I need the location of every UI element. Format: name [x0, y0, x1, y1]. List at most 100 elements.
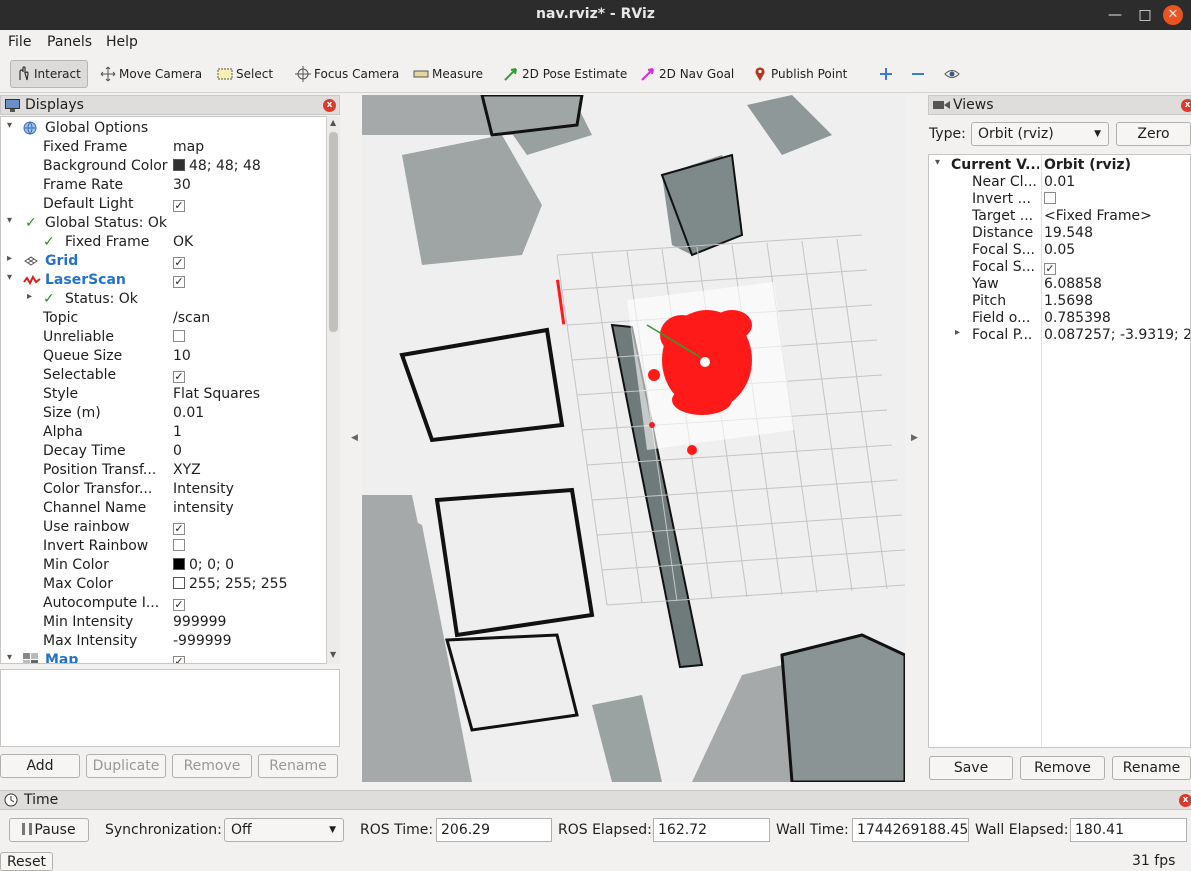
minimize-button[interactable]: — [1104, 5, 1126, 25]
measure-tool[interactable]: Measure [413, 60, 483, 88]
view-row-invert[interactable]: Invert ... [929, 191, 1190, 208]
tree-row-laser-status[interactable]: ▸ ✓ Status: Ok [1, 291, 327, 310]
ruler-icon [413, 66, 429, 82]
duplicate-button[interactable]: Duplicate [86, 754, 166, 778]
tree-row-global-status[interactable]: ▾ ✓ Global Status: Ok [1, 215, 327, 234]
scroll-thumb[interactable] [329, 132, 338, 332]
close-time-icon[interactable]: x [1179, 794, 1191, 807]
tree-row-fixed-frame[interactable]: Fixed Frame map [1, 139, 327, 158]
zero-button[interactable]: Zero [1116, 122, 1191, 146]
add-tool-button[interactable] [878, 60, 897, 88]
tree-row-topic[interactable]: Topic /scan [1, 310, 327, 329]
view-row-field-of-view[interactable]: Field o... 0.785398 [929, 310, 1190, 327]
close-button[interactable]: ✕ [1163, 5, 1183, 25]
publish-point-tool[interactable]: Publish Point [752, 60, 847, 88]
pose-estimate-tool[interactable]: 2D Pose Estimate [503, 60, 627, 88]
tree-row-queue-size[interactable]: Queue Size 10 [1, 348, 327, 367]
wall-time-field[interactable]: 1744269188.45 [852, 818, 969, 842]
view-row-pitch[interactable]: Pitch 1.5698 [929, 293, 1190, 310]
menu-help[interactable]: Help [106, 34, 138, 50]
checkbox[interactable]: ✓ [1044, 263, 1056, 275]
focus-camera-tool[interactable]: Focus Camera [295, 60, 399, 88]
tree-row-alpha[interactable]: Alpha 1 [1, 424, 327, 443]
view-row-target-frame[interactable]: Target ... <Fixed Frame> [929, 208, 1190, 225]
ros-time-field[interactable]: 206.29 [436, 818, 552, 842]
reset-button[interactable]: Reset [0, 852, 53, 871]
checkbox[interactable]: ✓ [173, 257, 185, 269]
tree-row-size[interactable]: Size (m) 0.01 [1, 405, 327, 424]
view-row-near-clip[interactable]: Near Cl... 0.01 [929, 174, 1190, 191]
menu-panels[interactable]: Panels [47, 34, 92, 50]
tree-row-use-rainbow[interactable]: Use rainbow ✓ [1, 519, 327, 538]
wall-elapsed-field[interactable]: 180.41 [1070, 818, 1187, 842]
select-label: Select [236, 67, 274, 81]
tree-row-map[interactable]: ▾ Map ✓ [1, 652, 327, 663]
view-row-distance[interactable]: Distance 19.548 [929, 225, 1190, 242]
remove-tool-button[interactable] [910, 60, 929, 88]
menu-file[interactable]: File [8, 34, 31, 50]
tree-row-selectable[interactable]: Selectable ✓ [1, 367, 327, 386]
tree-row-min-color[interactable]: Min Color 0; 0; 0 [1, 557, 327, 576]
maximize-button[interactable]: □ [1134, 5, 1156, 25]
view-row-focal-point[interactable]: ▸ Focal P... 0.087257; -3.9319; 2... [929, 327, 1190, 344]
right-splitter-handle[interactable]: ▶ [911, 433, 918, 443]
map-render[interactable] [362, 95, 905, 782]
remove-display-button[interactable]: Remove [172, 754, 252, 778]
tree-row-fixed-frame-status[interactable]: ✓ Fixed Frame OK [1, 234, 327, 253]
displays-scrollbar[interactable]: ▲ ▼ [326, 116, 340, 664]
checkbox[interactable]: ✓ [173, 276, 185, 288]
tree-row-invert-rainbow[interactable]: Invert Rainbow [1, 538, 327, 557]
tree-row-decay-time[interactable]: Decay Time 0 [1, 443, 327, 462]
views-tree: ▾ Current V... Orbit (rviz) Near Cl... 0… [928, 154, 1191, 748]
tree-row-autocompute[interactable]: Autocompute I... ✓ [1, 595, 327, 614]
tree-row-frame-rate[interactable]: Frame Rate 30 [1, 177, 327, 196]
tree-row-grid[interactable]: ▸ Grid ✓ [1, 253, 327, 272]
view-row-focal-shape-size[interactable]: Focal S... 0.05 [929, 242, 1190, 259]
view-menu-button[interactable] [944, 60, 963, 88]
checkbox[interactable]: ✓ [173, 656, 185, 663]
wall-time-label: Wall Time: [776, 822, 849, 838]
interact-tool[interactable]: Interact [10, 60, 88, 88]
sync-select[interactable]: Off ▼ [224, 818, 344, 842]
close-displays-icon[interactable]: x [323, 99, 336, 112]
checkbox[interactable]: ✓ [173, 371, 185, 383]
remove-view-button[interactable]: Remove [1020, 756, 1105, 780]
globe-icon [23, 121, 37, 139]
tree-row-unreliable[interactable]: Unreliable [1, 329, 327, 348]
pause-button[interactable]: Pause [9, 818, 89, 842]
view-row-current-view[interactable]: ▾ Current V... Orbit (rviz) [929, 157, 1190, 174]
rename-view-button[interactable]: Rename [1112, 756, 1191, 780]
add-display-button[interactable]: Add [0, 754, 80, 778]
tree-row-background-color[interactable]: Background Color 48; 48; 48 [1, 158, 327, 177]
close-views-icon[interactable]: x [1181, 99, 1191, 112]
move-camera-tool[interactable]: Move Camera [100, 60, 202, 88]
tree-row-min-intensity[interactable]: Min Intensity 999999 [1, 614, 327, 633]
tree-row-position-transformer[interactable]: Position Transf... XYZ [1, 462, 327, 481]
tree-row-max-color[interactable]: Max Color 255; 255; 255 [1, 576, 327, 595]
nav-goal-tool[interactable]: 2D Nav Goal [640, 60, 734, 88]
left-splitter-handle[interactable]: ◀ [351, 433, 358, 443]
monitor-icon [5, 99, 20, 116]
render-viewport[interactable] [362, 95, 905, 782]
tree-row-color-transformer[interactable]: Color Transfor... Intensity [1, 481, 327, 500]
view-row-focal-shape-fixed[interactable]: Focal S... ✓ [929, 259, 1190, 276]
rename-display-button[interactable]: Rename [258, 754, 338, 778]
save-view-button[interactable]: Save [929, 756, 1013, 780]
checkbox[interactable] [173, 539, 185, 551]
tree-row-laserscan[interactable]: ▾ LaserScan ✓ [1, 272, 327, 291]
select-tool[interactable]: Select [217, 60, 273, 88]
tree-row-max-intensity[interactable]: Max Intensity -999999 [1, 633, 327, 652]
ros-elapsed-field[interactable]: 162.72 [653, 818, 770, 842]
tree-row-global-options[interactable]: ▾ Global Options [1, 120, 327, 139]
view-type-select[interactable]: Orbit (rviz) ▼ [971, 122, 1109, 146]
tree-row-default-light[interactable]: Default Light ✓ [1, 196, 327, 215]
tree-row-style[interactable]: Style Flat Squares [1, 386, 327, 405]
robot-marker [700, 357, 710, 367]
checkbox[interactable]: ✓ [173, 200, 185, 212]
view-row-yaw[interactable]: Yaw 6.08858 [929, 276, 1190, 293]
checkbox[interactable]: ✓ [173, 523, 185, 535]
checkbox[interactable]: ✓ [173, 599, 185, 611]
checkbox[interactable] [1044, 192, 1056, 204]
checkbox[interactable] [173, 330, 185, 342]
tree-row-channel-name[interactable]: Channel Name intensity [1, 500, 327, 519]
